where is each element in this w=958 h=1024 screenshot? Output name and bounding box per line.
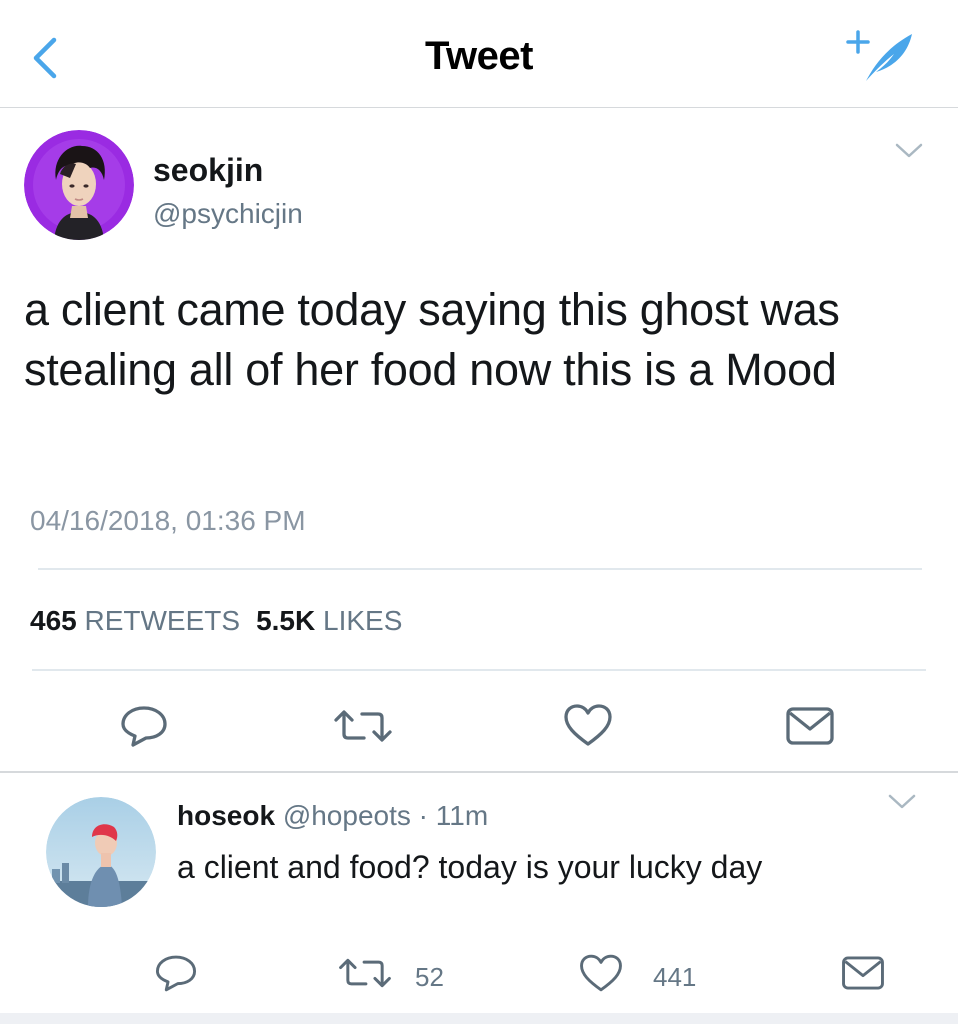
compose-tweet-icon	[846, 30, 912, 81]
retweets-stat[interactable]: 465 RETWEETS	[30, 605, 240, 636]
like-button[interactable]	[578, 952, 624, 999]
bottom-separator	[0, 1013, 958, 1024]
author-display-name[interactable]: seokjin	[153, 152, 263, 189]
page-title: Tweet	[425, 34, 533, 78]
retweet-icon	[339, 958, 391, 988]
divider	[38, 568, 922, 570]
like-icon	[564, 704, 612, 746]
dot-separator: ·	[418, 800, 428, 831]
reply-tweet[interactable]: hoseok @hopeots · 11m a client and food?…	[0, 773, 958, 1013]
direct-message-icon	[842, 956, 884, 990]
reply-button[interactable]	[153, 953, 199, 998]
likes-stat[interactable]: 5.5K LIKES	[256, 605, 402, 636]
reply-author-name[interactable]: hoseok	[177, 800, 275, 831]
like-icon	[580, 954, 622, 992]
reply-button[interactable]	[118, 704, 170, 753]
reply-likes-count: 441	[653, 962, 697, 992]
retweets-count: 465	[30, 605, 77, 636]
compose-tweet-button[interactable]	[842, 26, 918, 86]
reply-text: a client and food? today is your lucky d…	[177, 849, 763, 885]
tweet-options-button[interactable]	[891, 138, 927, 164]
avatar[interactable]	[46, 797, 156, 907]
chevron-down-icon	[895, 143, 923, 158]
profile-photo	[24, 130, 134, 240]
tweet-text: a client came today saying this ghost wa…	[24, 284, 840, 395]
main-tweet: seokjin @psychicjin a client came today …	[0, 108, 958, 772]
engagement-stats: 465 RETWEETS 5.5K LIKES	[30, 605, 402, 637]
likes-label: LIKES	[323, 605, 403, 636]
divider	[32, 669, 926, 671]
reply-icon	[121, 706, 167, 747]
likes-count: 5.5K	[256, 605, 316, 636]
direct-message-button[interactable]	[784, 704, 836, 753]
reply-options-button[interactable]	[884, 789, 920, 815]
profile-photo	[46, 797, 156, 907]
direct-message-button[interactable]	[840, 953, 886, 998]
retweet-icon	[334, 710, 392, 742]
chevron-down-icon	[888, 794, 916, 809]
retweet-button[interactable]	[337, 953, 393, 998]
reply-icon	[155, 955, 197, 992]
author-handle[interactable]: @psychicjin	[153, 198, 303, 230]
retweet-button[interactable]	[332, 704, 394, 753]
direct-message-icon	[786, 707, 834, 745]
avatar[interactable]	[24, 130, 134, 240]
retweets-label: RETWEETS	[84, 605, 241, 636]
reply-header: hoseok @hopeots · 11m	[177, 800, 488, 832]
reply-author-handle[interactable]: @hopeots	[283, 800, 411, 831]
reply-retweets-count: 52	[415, 962, 444, 992]
navigation-bar: Tweet	[0, 0, 958, 108]
reply-time: 11m	[435, 800, 489, 831]
tweet-timestamp: 04/16/2018, 01:36 PM	[30, 505, 306, 536]
like-button[interactable]	[562, 702, 614, 753]
